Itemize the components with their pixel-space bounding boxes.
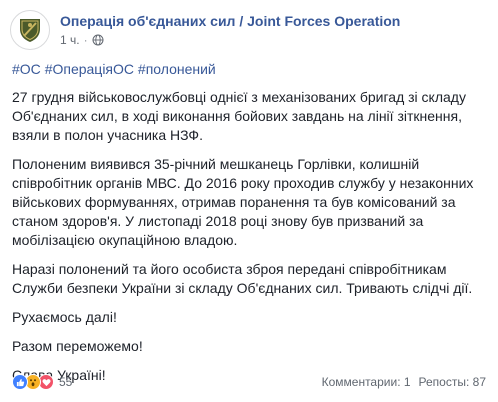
globe-icon[interactable] (92, 34, 104, 46)
hashtag-link[interactable]: #полонений (138, 61, 216, 77)
hashtags-line: #ОС #ОпераціяОС #полонений (12, 60, 486, 79)
post-paragraph: Разом переможемо! (12, 338, 143, 354)
post-body: #ОС #ОпераціяОС #полонений 27 грудня вій… (12, 60, 486, 395)
post-paragraph: Полоненим виявився 35-річний мешканець Г… (12, 156, 474, 248)
like-reaction-icon (12, 374, 28, 390)
meta-separator: · (83, 33, 88, 47)
hashtag-link[interactable]: #ОС (12, 61, 41, 77)
post-meta: 1 ч. · (60, 33, 104, 47)
post-stats: Комментарии: 1 Репосты: 87 (322, 375, 486, 389)
shares-count-link[interactable]: Репосты: 87 (419, 375, 486, 389)
post-timestamp[interactable]: 1 ч. (60, 33, 80, 47)
post-paragraph: Наразі полонений та його особиста зброя … (12, 261, 473, 296)
post-footer: 55 Комментарии: 1 Репосты: 87 (12, 374, 486, 394)
hashtag-link[interactable]: #ОпераціяОС (45, 61, 134, 77)
post-header: Операція об'єднаних сил / Joint Forces O… (8, 8, 488, 52)
post-paragraph: Рухаємось далі! (12, 309, 117, 325)
jfo-emblem-icon (20, 19, 40, 42)
page-name-link[interactable]: Операція об'єднаних сил / Joint Forces O… (60, 13, 400, 29)
page-avatar[interactable] (10, 10, 50, 50)
reactions-summary[interactable]: 55 (12, 374, 72, 390)
reaction-count: 55 (59, 375, 73, 389)
comments-count-link[interactable]: Комментарии: 1 (322, 375, 411, 389)
post-paragraph: 27 грудня військовослужбовці однієї з ме… (12, 89, 466, 143)
